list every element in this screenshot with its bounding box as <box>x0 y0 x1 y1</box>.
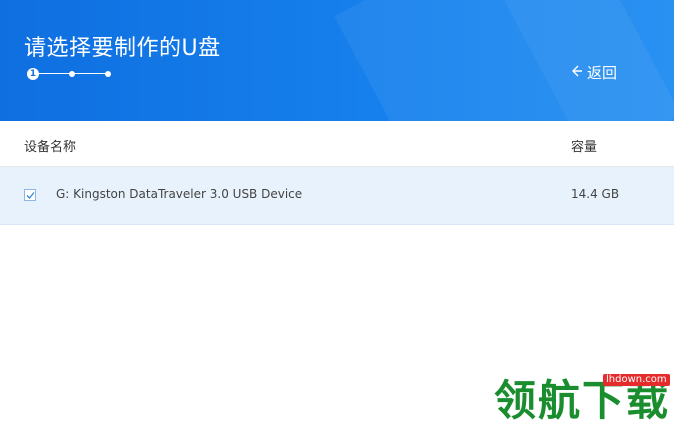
step-3-dot <box>105 71 111 77</box>
back-label: 返回 <box>587 64 618 82</box>
table-row[interactable]: G: Kingston DataTraveler 3.0 USB Device … <box>0 167 674 225</box>
header-banner: 请选择要制作的U盘 1 返回 <box>0 0 674 121</box>
step-1-current: 1 <box>27 68 39 80</box>
column-header-device-name: 设备名称 <box>24 140 77 155</box>
step-2-dot <box>69 71 75 77</box>
step-connector <box>39 73 73 74</box>
back-button[interactable]: 返回 <box>571 62 617 83</box>
step-indicator: 1 <box>27 68 111 80</box>
page-title: 请选择要制作的U盘 <box>24 36 221 61</box>
watermark-url: lhdown.com <box>603 374 670 386</box>
device-name: G: Kingston DataTraveler 3.0 USB Device <box>56 187 303 201</box>
table-header: 设备名称 容量 <box>0 121 674 167</box>
site-watermark-logo: 领航下载 lhdown.com <box>490 370 674 429</box>
device-checkbox[interactable] <box>24 189 36 201</box>
checkmark-icon <box>26 192 35 199</box>
arrow-left-icon <box>571 64 583 81</box>
usb-maker-window: 请选择要制作的U盘 1 返回 设备名称 容量 G: Kingston DataT… <box>0 0 674 429</box>
step-connector <box>73 73 107 74</box>
column-header-capacity: 容量 <box>571 140 598 155</box>
device-capacity: 14.4 GB <box>571 187 620 201</box>
